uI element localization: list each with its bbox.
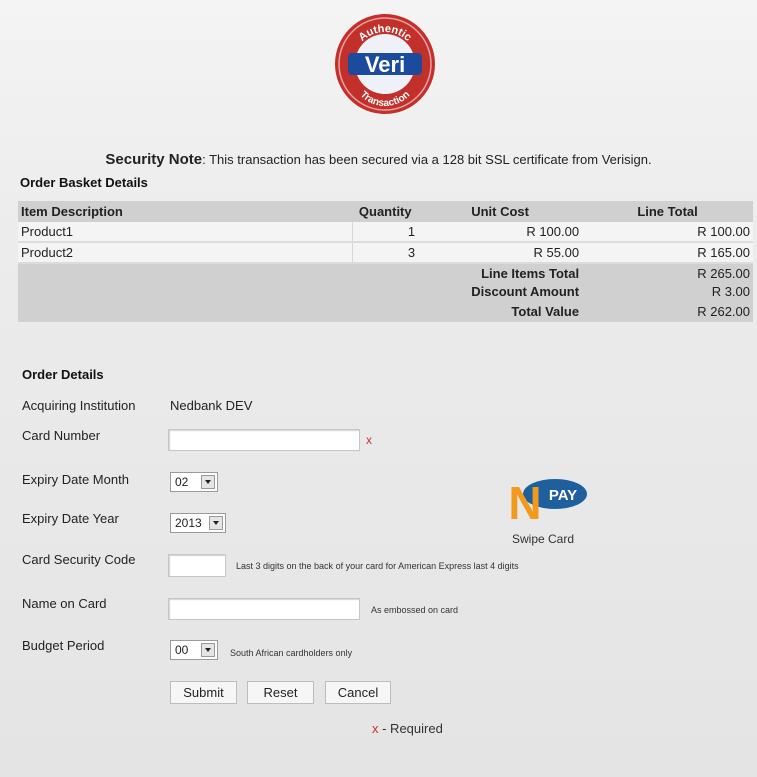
basket-header-row: Item Description Quantity Unit Cost Line… <box>18 201 753 222</box>
table-row: Product1 1 R 100.00 R 100.00 <box>18 222 753 243</box>
swipe-card-label: Swipe Card <box>512 532 575 546</box>
col-item-description: Item Description <box>18 201 353 222</box>
required-marker: x <box>366 433 372 447</box>
order-basket-table: Item Description Quantity Unit Cost Line… <box>18 201 753 322</box>
card-security-code-label: Card Security Code <box>22 552 136 567</box>
order-basket-title: Order Basket Details <box>20 175 148 190</box>
table-row: Product2 3 R 55.00 R 165.00 <box>18 242 753 264</box>
expiry-year-value: 2013 <box>175 516 202 530</box>
budget-period-value: 00 <box>175 643 189 657</box>
name-on-card-label: Name on Card <box>22 596 107 611</box>
seal-brand-text: Veri <box>365 52 405 77</box>
veri-seal-logo: Authentic Transaction Veri <box>335 14 435 114</box>
item-quantity: 1 <box>351 222 419 243</box>
security-note-text: : This transaction has been secured via … <box>202 152 652 167</box>
dropdown-arrow-icon <box>201 643 215 657</box>
totals-label: Total Value <box>418 300 583 322</box>
card-security-code-hint: Last 3 digits on the back of your card f… <box>236 561 519 571</box>
card-security-code-input[interactable] <box>168 554 226 577</box>
item-line-total: R 100.00 <box>582 222 753 243</box>
item-unit-cost: R 100.00 <box>418 222 583 243</box>
expiry-year-label: Expiry Date Year <box>22 511 119 526</box>
reset-button[interactable]: Reset <box>247 681 314 704</box>
budget-period-select[interactable]: 00 <box>170 640 218 660</box>
totals-row: Discount Amount R 3.00 <box>18 282 753 300</box>
expiry-month-label: Expiry Date Month <box>22 472 129 487</box>
totals-value: R 262.00 <box>582 300 753 322</box>
submit-button[interactable]: Submit <box>170 681 237 704</box>
expiry-year-select[interactable]: 2013 <box>170 513 226 533</box>
totals-value: R 265.00 <box>582 263 753 282</box>
card-number-label: Card Number <box>22 428 101 443</box>
card-number-input[interactable] <box>168 429 360 451</box>
item-unit-cost: R 55.00 <box>418 242 583 264</box>
required-note-text: - Required <box>378 721 443 736</box>
budget-period-hint: South African cardholders only <box>230 648 353 658</box>
dropdown-arrow-icon <box>209 516 223 530</box>
col-unit-cost: Unit Cost <box>418 201 583 222</box>
order-details-title: Order Details <box>22 367 104 382</box>
col-line-total: Line Total <box>582 201 753 222</box>
npay-logo[interactable]: PAY N <box>509 472 589 524</box>
totals-row: Line Items Total R 265.00 <box>18 263 753 282</box>
acquiring-institution-label: Acquiring Institution <box>22 398 136 413</box>
totals-row: Total Value R 262.00 <box>18 300 753 322</box>
dropdown-arrow-icon <box>201 475 215 489</box>
payment-page: Authentic Transaction Veri Security Note… <box>0 0 757 777</box>
expiry-month-select[interactable]: 02 <box>170 472 218 492</box>
item-line-total: R 165.00 <box>582 242 753 264</box>
name-on-card-input[interactable] <box>168 598 360 620</box>
npay-pay-text: PAY <box>549 487 577 504</box>
name-on-card-hint: As embossed on card <box>371 605 459 615</box>
security-note-label: Security Note <box>105 151 203 168</box>
item-description: Product1 <box>18 222 353 243</box>
totals-value: R 3.00 <box>582 282 753 300</box>
item-quantity: 3 <box>351 242 419 264</box>
expiry-month-value: 02 <box>175 475 189 489</box>
npay-letter: N <box>509 477 542 524</box>
required-note: x - Required <box>372 721 443 736</box>
budget-period-label: Budget Period <box>22 638 105 653</box>
col-quantity: Quantity <box>352 201 419 222</box>
totals-label: Discount Amount <box>418 282 583 300</box>
acquiring-institution-value: Nedbank DEV <box>170 398 253 413</box>
totals-label: Line Items Total <box>418 263 583 282</box>
cancel-button[interactable]: Cancel <box>325 681 391 704</box>
security-note: Security Note: This transaction has been… <box>0 151 757 168</box>
item-description: Product2 <box>18 242 353 264</box>
